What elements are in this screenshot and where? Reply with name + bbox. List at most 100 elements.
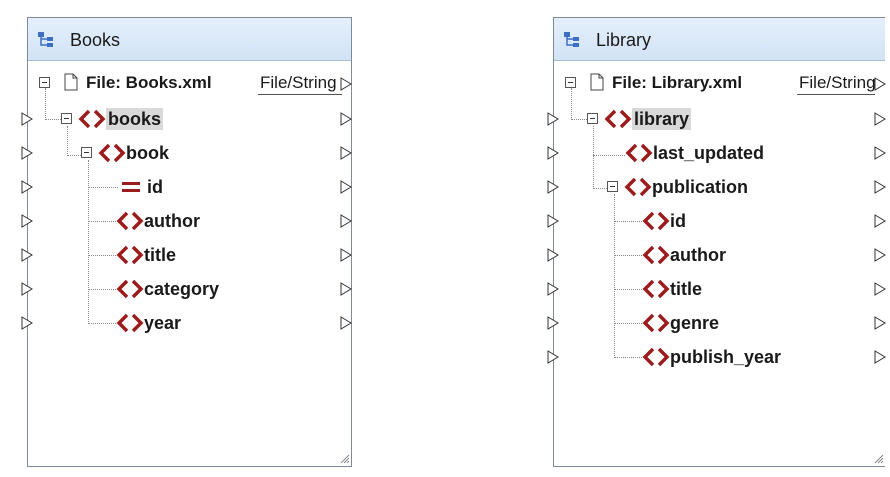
input-connector-icon[interactable] xyxy=(21,248,33,262)
output-connector-icon[interactable] xyxy=(340,282,352,296)
tree-node-category[interactable]: category xyxy=(21,273,352,305)
tree-structure-icon xyxy=(38,32,53,47)
node-label: books xyxy=(106,108,164,130)
collapse-icon[interactable] xyxy=(61,113,72,124)
collapse-icon[interactable] xyxy=(81,147,92,158)
document-icon xyxy=(590,73,604,91)
output-connector-icon[interactable] xyxy=(874,112,886,126)
output-connector-icon[interactable] xyxy=(340,248,352,262)
output-connector-icon[interactable] xyxy=(340,77,352,91)
input-connector-icon[interactable] xyxy=(547,112,559,126)
input-connector-icon[interactable] xyxy=(21,316,33,330)
node-label: publish_year xyxy=(670,347,782,367)
angle-brackets-icon xyxy=(78,109,106,129)
books-component-header[interactable]: Books xyxy=(28,18,351,61)
output-connector-icon[interactable] xyxy=(340,146,352,160)
tree-guide-line xyxy=(614,323,642,324)
library-file-string-button[interactable]: File/String xyxy=(797,72,875,95)
angle-brackets-icon xyxy=(116,313,144,333)
node-label: book xyxy=(126,143,169,163)
document-icon xyxy=(64,73,78,91)
tree-node-id[interactable]: id xyxy=(21,171,352,203)
tree-guide-line xyxy=(614,289,642,290)
node-label: title xyxy=(670,279,703,299)
resize-grip-icon[interactable] xyxy=(872,452,884,464)
angle-brackets-icon xyxy=(624,177,652,197)
node-label: last_updated xyxy=(653,143,765,163)
input-connector-icon[interactable] xyxy=(21,112,33,126)
node-label: year xyxy=(144,313,182,333)
tree-node-title[interactable]: title xyxy=(547,273,886,305)
node-label: category xyxy=(144,279,220,299)
output-connector-icon[interactable] xyxy=(874,180,886,194)
output-connector-icon[interactable] xyxy=(874,316,886,330)
books-component[interactable]: Books File: Books.xml File/String books … xyxy=(21,17,352,467)
library-component-header[interactable]: Library xyxy=(554,18,885,61)
output-connector-icon[interactable] xyxy=(874,77,886,91)
input-connector-icon[interactable] xyxy=(547,282,559,296)
books-file-label: File: Books.xml xyxy=(86,73,212,92)
tree-node-author[interactable]: author xyxy=(21,205,352,237)
angle-brackets-icon xyxy=(604,109,632,129)
angle-brackets-icon xyxy=(642,211,670,231)
tree-node-genre[interactable]: genre xyxy=(547,307,886,339)
input-connector-icon[interactable] xyxy=(21,214,33,228)
output-connector-icon[interactable] xyxy=(874,282,886,296)
tree-node-id[interactable]: id xyxy=(547,205,886,237)
tree-guide-line xyxy=(614,357,642,358)
input-connector-icon[interactable] xyxy=(21,146,33,160)
output-connector-icon[interactable] xyxy=(340,112,352,126)
books-file-string-button[interactable]: File/String xyxy=(258,72,342,95)
collapse-icon[interactable] xyxy=(607,181,618,192)
angle-brackets-icon xyxy=(116,245,144,265)
angle-brackets-icon xyxy=(642,279,670,299)
collapse-icon[interactable] xyxy=(39,77,50,88)
tree-guide-line xyxy=(88,187,118,188)
input-connector-icon[interactable] xyxy=(547,316,559,330)
library-component-title: Library xyxy=(596,30,652,50)
angle-brackets-icon xyxy=(116,279,144,299)
output-connector-icon[interactable] xyxy=(340,316,352,330)
node-label: author xyxy=(670,245,726,265)
tree-node-library[interactable]: library xyxy=(547,103,886,135)
resize-grip-icon[interactable] xyxy=(338,452,350,464)
input-connector-icon[interactable] xyxy=(547,214,559,228)
node-label: id xyxy=(670,211,686,231)
input-connector-icon[interactable] xyxy=(547,248,559,262)
tree-node-book[interactable]: book xyxy=(21,137,352,169)
tree-guide-line xyxy=(88,221,116,222)
output-connector-icon[interactable] xyxy=(340,180,352,194)
books-file-row: File: Books.xml File/String xyxy=(28,68,352,100)
collapse-icon[interactable] xyxy=(565,77,576,88)
node-label: library xyxy=(632,108,692,130)
output-connector-icon[interactable] xyxy=(340,214,352,228)
output-connector-icon[interactable] xyxy=(874,248,886,262)
collapse-icon[interactable] xyxy=(587,113,598,124)
output-connector-icon[interactable] xyxy=(874,214,886,228)
tree-guide-line xyxy=(88,323,116,324)
node-label: author xyxy=(144,211,200,231)
tree-node-year[interactable]: year xyxy=(21,307,352,339)
angle-brackets-icon xyxy=(642,245,670,265)
node-label: genre xyxy=(670,313,720,333)
input-connector-icon[interactable] xyxy=(547,350,559,364)
tree-node-publication[interactable]: publication xyxy=(547,171,886,203)
mapping-canvas: Books File: Books.xml File/String books … xyxy=(0,0,890,477)
output-connector-icon[interactable] xyxy=(874,350,886,364)
output-connector-icon[interactable] xyxy=(874,146,886,160)
tree-node-books[interactable]: books xyxy=(21,103,352,135)
angle-brackets-icon xyxy=(625,143,653,163)
tree-guide-line xyxy=(88,289,116,290)
tree-node-author[interactable]: author xyxy=(547,239,886,271)
tree-guide-line xyxy=(614,221,642,222)
tree-node-last-updated[interactable]: last_updated xyxy=(547,137,886,169)
equals-icon xyxy=(122,182,140,192)
tree-node-publish-year[interactable]: publish_year xyxy=(547,341,886,373)
input-connector-icon[interactable] xyxy=(21,282,33,296)
input-connector-icon[interactable] xyxy=(547,180,559,194)
library-component[interactable]: Library File: Library.xml File/String li… xyxy=(547,17,886,467)
input-connector-icon[interactable] xyxy=(547,146,559,160)
tree-node-title[interactable]: title xyxy=(21,239,352,271)
input-connector-icon[interactable] xyxy=(21,180,33,194)
node-label: publication xyxy=(652,177,748,197)
